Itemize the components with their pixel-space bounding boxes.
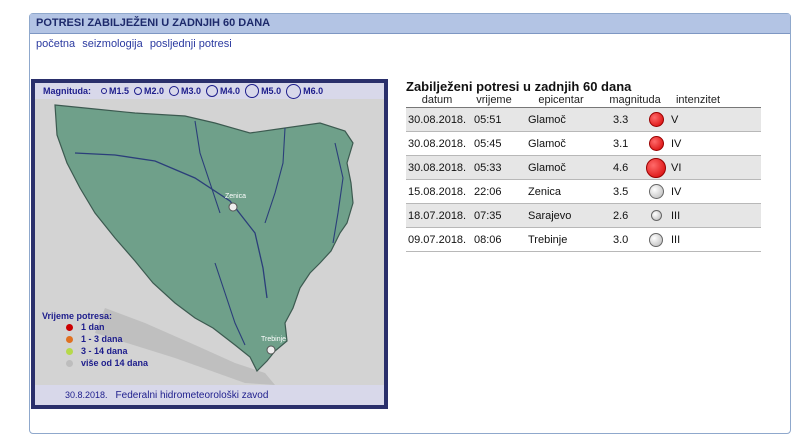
breadcrumb: početna seizmologija posljednji potresi bbox=[30, 34, 790, 50]
column-header-epicentar: epicentar bbox=[538, 94, 584, 106]
time-legend-item: 1 dan bbox=[66, 321, 148, 333]
column-header-vrijeme: vrijeme bbox=[476, 94, 512, 106]
cell-time: 05:51 bbox=[474, 113, 502, 126]
table-row[interactable]: 09.07.2018. 08:06 Trebinje 3.0 III bbox=[406, 228, 761, 252]
cell-date: 30.08.2018. bbox=[408, 137, 467, 150]
time-legend-label: Vrijeme potresa: bbox=[42, 311, 113, 321]
cell-time: 05:33 bbox=[474, 161, 502, 174]
cell-epicenter: Sarajevo bbox=[528, 209, 572, 222]
magnitude-option: M1.5 bbox=[101, 86, 129, 96]
red-dot-icon bbox=[66, 323, 73, 331]
circle-icon bbox=[101, 88, 107, 94]
map-inner: Zenica Trebinje Magnituda: M1.5 M2.0 M3.… bbox=[35, 83, 384, 405]
cell-date: 15.08.2018. bbox=[408, 185, 467, 198]
table-row[interactable]: 30.08.2018. 05:33 Glamoč 4.6 VI bbox=[406, 156, 761, 180]
map-footer-date: 30.8.2018. bbox=[65, 390, 108, 400]
cell-intensity: VI bbox=[671, 161, 682, 174]
map-footer-org: Federalni hidrometeorološki zavod bbox=[115, 390, 269, 401]
cell-time: 22:06 bbox=[474, 185, 502, 198]
orange-dot-icon bbox=[66, 335, 73, 343]
cell-intensity: III bbox=[671, 209, 681, 222]
nav-link-posljednji-potresi[interactable]: posljednji potresi bbox=[150, 38, 232, 50]
magnitude-option: M5.0 bbox=[245, 84, 281, 98]
nav-link-pocetna[interactable]: početna bbox=[36, 38, 75, 50]
magnitude-option: M2.0 bbox=[134, 86, 164, 96]
time-legend: Vrijeme potresa: 1 dan 1 - 3 dana 3 - 14… bbox=[42, 311, 148, 369]
circle-icon bbox=[206, 85, 219, 97]
cell-date: 09.07.2018. bbox=[408, 233, 467, 246]
magnitude-legend-label: Magnituda: bbox=[43, 86, 91, 96]
green-dot-icon bbox=[66, 347, 73, 355]
cell-epicenter: Zenica bbox=[528, 185, 562, 198]
cell-intensity: IV bbox=[671, 137, 682, 150]
table-row[interactable]: 18.07.2018. 07:35 Sarajevo 2.6 III bbox=[406, 204, 761, 228]
circle-icon bbox=[134, 87, 143, 95]
table-header: datum vrijeme epicentar magnituda intenz… bbox=[406, 94, 761, 108]
cell-date: 30.08.2018. bbox=[408, 161, 467, 174]
map-footer: 30.8.2018. Federalni hidrometeorološki za… bbox=[35, 385, 384, 405]
table-row[interactable]: 15.08.2018. 22:06 Zenica 3.5 IV bbox=[406, 180, 761, 204]
epicenter-marker-trebinje bbox=[266, 345, 276, 355]
cell-magnitude: 3.0 bbox=[613, 233, 629, 246]
cell-time: 08:06 bbox=[474, 233, 502, 246]
column-header-intenzitet: intenzitet bbox=[675, 94, 721, 106]
grey-circle-icon bbox=[648, 184, 664, 199]
city-label-zenica: Zenica bbox=[225, 193, 246, 200]
table-title: Zabilježeni potresi u zadnjih 60 dana bbox=[406, 79, 632, 94]
magnitude-option: M3.0 bbox=[169, 86, 201, 96]
epicenter-marker-zenica bbox=[228, 202, 238, 212]
table-row[interactable]: 30.08.2018. 05:51 Glamoč 3.3 V bbox=[406, 108, 761, 132]
cell-magnitude: 3.1 bbox=[613, 137, 629, 150]
grey-circle-icon bbox=[649, 232, 663, 247]
magnitude-option: M4.0 bbox=[206, 85, 240, 97]
time-legend-item: 3 - 14 dana bbox=[66, 345, 148, 357]
column-header-datum: datum bbox=[421, 94, 453, 106]
table-body: 30.08.2018. 05:51 Glamoč 3.3 V 30.08.201… bbox=[406, 108, 761, 252]
magnitude-legend: Magnituda: M1.5 M2.0 M3.0 M4.0 M5.0 M6.0 bbox=[35, 83, 384, 99]
circle-icon bbox=[286, 83, 302, 99]
circle-icon bbox=[169, 86, 180, 96]
table-row[interactable]: 30.08.2018. 05:45 Glamoč 3.1 IV bbox=[406, 132, 761, 156]
cell-epicenter: Trebinje bbox=[528, 233, 568, 246]
nav-link-seizmologija[interactable]: seizmologija bbox=[82, 38, 143, 50]
cell-intensity: III bbox=[671, 233, 681, 246]
column-header-magnituda: magnituda bbox=[609, 94, 661, 106]
cell-magnitude: 3.3 bbox=[613, 113, 629, 126]
time-legend-item: više od 14 dana bbox=[66, 357, 148, 369]
grey-dot-icon bbox=[66, 359, 73, 367]
cell-time: 05:45 bbox=[474, 137, 502, 150]
cell-date: 30.08.2018. bbox=[408, 113, 467, 126]
red-circle-icon bbox=[648, 136, 664, 151]
red-circle-icon bbox=[646, 157, 666, 178]
cell-epicenter: Glamoč bbox=[528, 113, 566, 126]
earthquake-table: Zabilježeni potresi u zadnjih 60 dana da… bbox=[406, 79, 761, 252]
cell-magnitude: 3.5 bbox=[613, 185, 629, 198]
page-title: POTRESI ZABILJEŽENI U ZADNJIH 60 DANA bbox=[30, 14, 790, 34]
cell-intensity: IV bbox=[671, 185, 682, 198]
red-circle-icon bbox=[648, 112, 664, 127]
cell-magnitude: 4.6 bbox=[613, 161, 629, 174]
cell-intensity: V bbox=[671, 113, 679, 126]
cell-time: 07:35 bbox=[474, 209, 502, 222]
cell-epicenter: Glamoč bbox=[528, 137, 566, 150]
grey-circle-icon bbox=[650, 210, 662, 221]
city-label-trebinje: Trebinje bbox=[261, 336, 286, 343]
time-legend-item: 1 - 3 dana bbox=[66, 333, 148, 345]
cell-magnitude: 2.6 bbox=[613, 209, 629, 222]
earthquake-map: Zenica Trebinje Magnituda: M1.5 M2.0 M3.… bbox=[31, 79, 388, 409]
magnitude-option: M6.0 bbox=[286, 83, 323, 99]
cell-date: 18.07.2018. bbox=[408, 209, 467, 222]
circle-icon bbox=[245, 84, 260, 98]
cell-epicenter: Glamoč bbox=[528, 161, 566, 174]
